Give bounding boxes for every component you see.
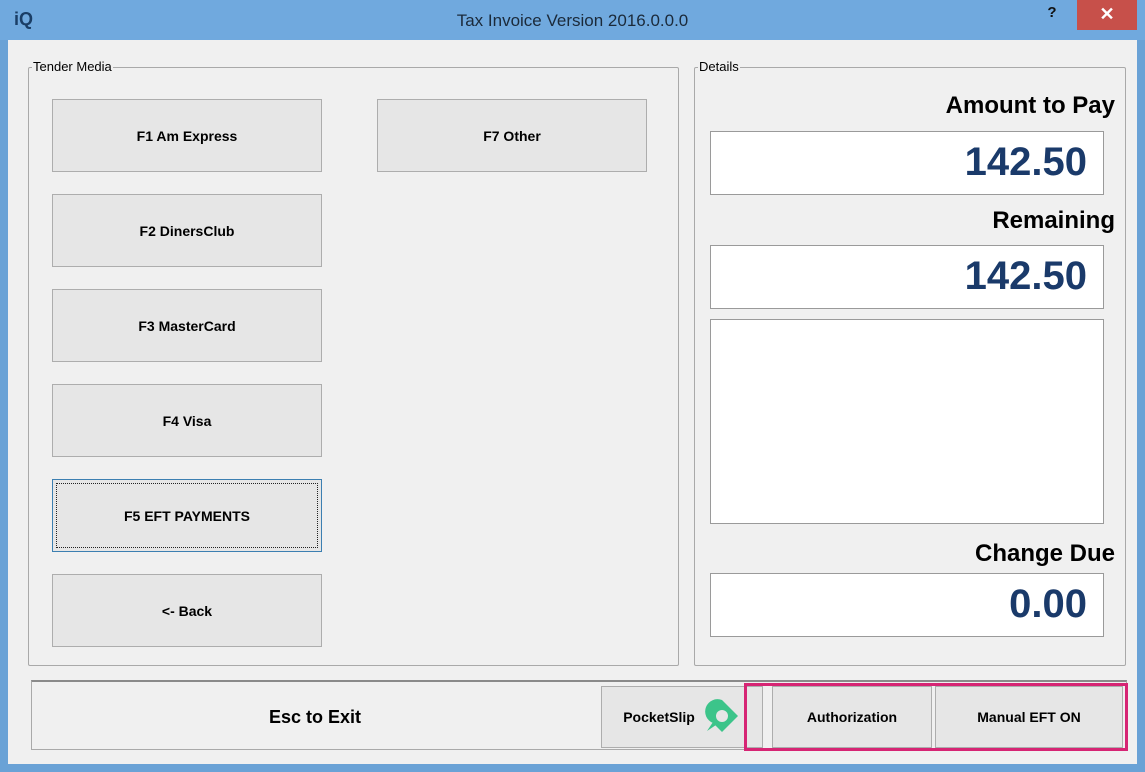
esc-to-exit-button[interactable]: Esc to Exit (32, 682, 598, 752)
amount-to-pay-value: 142.50 (964, 140, 1087, 184)
tender-media-group: Tender Media F1 Am Express F2 DinersClub… (28, 59, 679, 666)
mastercard-button[interactable]: F3 MasterCard (52, 289, 322, 362)
remaining-label: Remaining (992, 207, 1115, 234)
app-window: iQ Tax Invoice Version 2016.0.0.0 ? ✕ Te… (0, 0, 1145, 772)
remaining-field: 142.50 (710, 245, 1104, 309)
am-express-button[interactable]: F1 Am Express (52, 99, 322, 172)
highlight-frame (744, 683, 1128, 751)
client-area: Tender Media F1 Am Express F2 DinersClub… (8, 40, 1137, 764)
visa-label: F4 Visa (162, 412, 212, 429)
help-button[interactable]: ? (1037, 2, 1067, 28)
window-title: Tax Invoice Version 2016.0.0.0 (456, 11, 689, 30)
change-due-label: Change Due (974, 540, 1115, 567)
other-label: F7 Other (483, 127, 541, 144)
tender-list-box (710, 319, 1104, 524)
close-button[interactable]: ✕ (1077, 0, 1137, 30)
diners-club-label: F2 DinersClub (139, 222, 235, 239)
pocketslip-logo-icon (703, 697, 741, 738)
amount-to-pay-field: 142.50 (710, 131, 1104, 195)
focus-rectangle (56, 483, 318, 548)
change-due-field: 0.00 (710, 573, 1104, 637)
tender-media-label: Tender Media (32, 59, 113, 74)
pocketslip-label: PocketSlip (623, 709, 695, 725)
remaining-value: 142.50 (964, 254, 1087, 298)
mastercard-label: F3 MasterCard (138, 317, 236, 334)
back-label: <- Back (161, 602, 213, 619)
eft-payments-button[interactable]: F5 EFT PAYMENTS (52, 479, 322, 552)
other-button[interactable]: F7 Other (377, 99, 647, 172)
change-due-value: 0.00 (1009, 582, 1087, 626)
back-button[interactable]: <- Back (52, 574, 322, 647)
pocketslip-button[interactable]: PocketSlip (601, 686, 763, 748)
details-group: Details Amount to Pay 142.50 Remaining 1… (694, 59, 1126, 666)
am-express-label: F1 Am Express (136, 127, 238, 144)
details-label: Details (698, 59, 740, 74)
amount-to-pay-label: Amount to Pay (945, 92, 1115, 119)
visa-button[interactable]: F4 Visa (52, 384, 322, 457)
diners-club-button[interactable]: F2 DinersClub (52, 194, 322, 267)
title-bar[interactable]: iQ Tax Invoice Version 2016.0.0.0 ? ✕ (0, 0, 1145, 40)
